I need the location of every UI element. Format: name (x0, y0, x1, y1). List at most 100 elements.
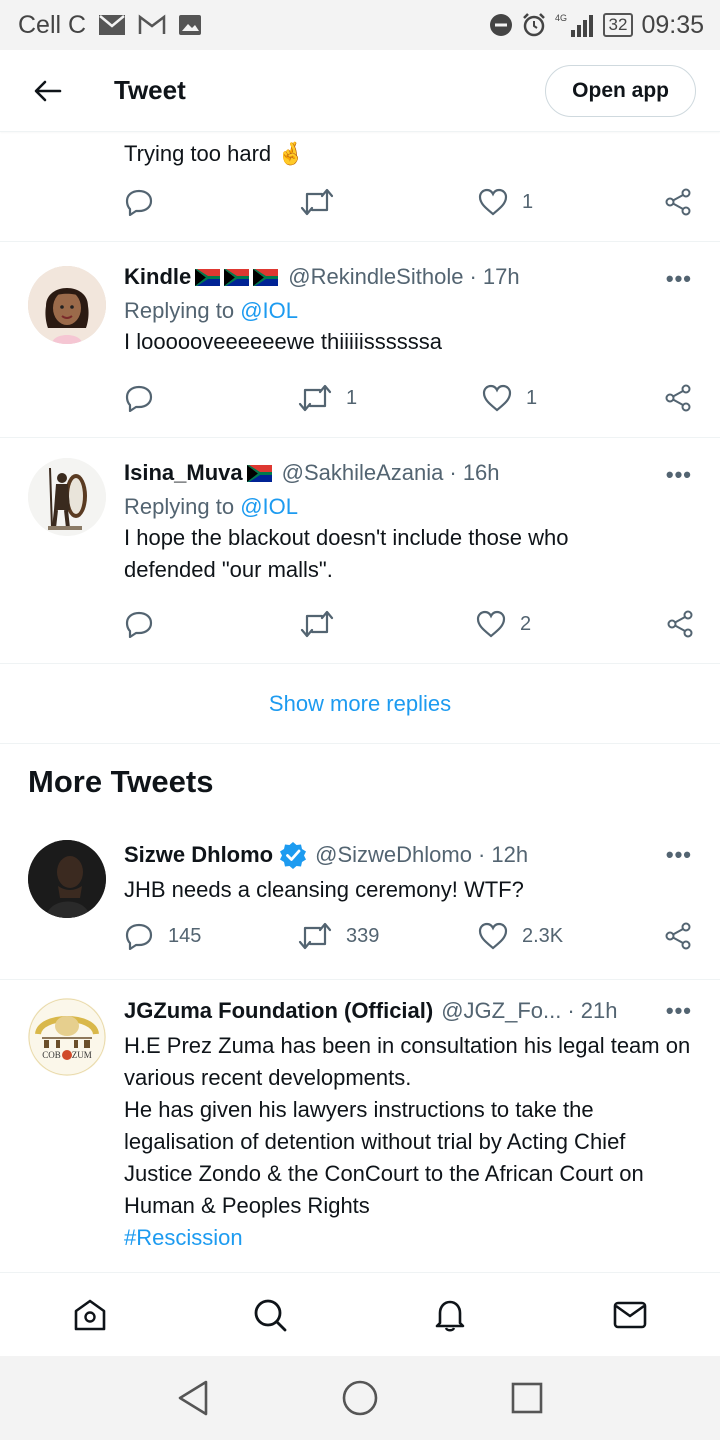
south-africa-flag-icon (246, 464, 272, 482)
tweet-text: Trying too hard 🤞 (124, 141, 305, 166)
tweet[interactable]: Sizwe Dhlomo @SizweDhlomo · 12h JHB need… (0, 824, 720, 980)
tweet-time: · 16h (449, 460, 500, 485)
more-options-button[interactable]: ••• (666, 462, 692, 488)
reply-tweet[interactable]: Kindle @RekindleSithole · 17h Replying t… (0, 242, 720, 438)
reply-button[interactable] (124, 610, 154, 638)
author-name[interactable]: JGZuma Foundation (Official) (124, 998, 433, 1024)
tab-search[interactable] (180, 1273, 360, 1356)
mention-link[interactable]: @IOL (240, 298, 298, 323)
avatar[interactable] (28, 266, 106, 344)
more-options-button[interactable]: ••• (666, 842, 692, 868)
retweet-icon (300, 188, 334, 216)
like-button[interactable]: 1 (482, 384, 537, 412)
tweet-header: JGZuma Foundation (Official) @JGZ_Fo... … (124, 996, 696, 1026)
tweet-text: H.E Prez Zuma has been in consultation h… (124, 1030, 698, 1254)
system-nav-bar (0, 1356, 720, 1440)
tweet-time: · 21h (567, 998, 618, 1023)
tweet-time: · 12h (477, 842, 529, 867)
system-home-button[interactable] (330, 1368, 390, 1428)
author-name[interactable]: Isina_Muva (124, 460, 243, 486)
tweet-header: Sizwe Dhlomo @SizweDhlomo · 12h (124, 840, 696, 870)
tweet-text-line: He has given his lawyers instructions to… (124, 1097, 644, 1218)
share-button[interactable] (664, 188, 692, 216)
retweet-button[interactable] (300, 610, 334, 638)
share-button[interactable] (664, 384, 692, 412)
verified-badge-icon (280, 842, 307, 869)
hashtag-link[interactable]: #Rescission (124, 1222, 698, 1254)
replying-label: Replying to (124, 494, 235, 519)
gallery-icon (178, 14, 202, 36)
avatar[interactable] (28, 840, 106, 918)
tweet-actions: 145 339 2.3K (124, 922, 694, 956)
tweet-text: I hope the blackout doesn't include thos… (124, 525, 569, 582)
reply-icon (125, 385, 153, 412)
reply-count: 145 (168, 924, 202, 947)
tweet-text-line: H.E Prez Zuma has been in consultation h… (124, 1033, 691, 1090)
show-more-replies-link[interactable]: Show more replies (0, 664, 720, 744)
author-handle[interactable]: @SakhileAzania (282, 460, 444, 486)
back-triangle-icon (179, 1380, 208, 1416)
mention-link[interactable]: @IOL (240, 494, 298, 519)
network-label: 4G (555, 13, 567, 23)
tweet-text: I loooooveeeeeewe thiiiiissssssa (124, 329, 442, 354)
heart-icon (482, 384, 512, 412)
like-count: 2.3K (522, 924, 564, 947)
heart-icon (476, 610, 506, 638)
share-icon (667, 610, 693, 638)
tab-messages[interactable] (540, 1273, 720, 1356)
like-button[interactable]: 1 (478, 188, 533, 216)
share-icon (665, 384, 691, 412)
like-count: 2 (520, 612, 532, 635)
tweet[interactable]: COB G ZUM JGZuma Foundation (Official) @… (0, 980, 720, 1272)
section-heading: More Tweets (28, 764, 214, 799)
author-handle[interactable]: @SizweDhlomo (315, 842, 472, 868)
reply-tweet[interactable]: Isina_Muva @SakhileAzania · 16h Replying… (0, 438, 720, 664)
more-options-button[interactable]: ••• (666, 266, 692, 292)
author-name[interactable]: Sizwe Dhlomo (124, 842, 273, 868)
mail-icon (98, 14, 126, 36)
tweet-actions: 1 1 (124, 384, 694, 418)
status-bar: Cell C 4G 32 09:35 (0, 0, 720, 50)
reply-button[interactable]: 145 (124, 922, 201, 950)
gmail-icon (138, 14, 166, 36)
recents-square-icon (511, 1382, 542, 1414)
retweet-icon (300, 610, 334, 638)
avatar[interactable] (28, 458, 106, 536)
carrier-label: Cell C (18, 10, 87, 39)
retweet-button[interactable]: 1 (298, 384, 357, 412)
author-name[interactable]: Kindle (124, 264, 191, 290)
dnd-icon (489, 13, 513, 37)
tab-notifications[interactable] (360, 1273, 540, 1356)
share-icon (665, 188, 691, 216)
retweet-button[interactable] (300, 188, 334, 216)
tweet-header: Kindle @RekindleSithole · 17h (124, 262, 696, 292)
reply-icon (125, 189, 153, 216)
home-icon (74, 1299, 106, 1330)
system-back-button[interactable] (163, 1368, 223, 1428)
author-handle[interactable]: @RekindleSithole (288, 264, 463, 290)
tab-home[interactable] (0, 1273, 180, 1356)
open-app-button[interactable]: Open app (545, 64, 696, 117)
like-count: 1 (522, 190, 534, 213)
replying-to: Replying to @IOL (124, 298, 696, 324)
tweet-header: Isina_Muva @SakhileAzania · 16h (124, 458, 696, 488)
bell-icon (435, 1300, 465, 1331)
more-options-button[interactable]: ••• (666, 998, 692, 1024)
author-handle[interactable]: @JGZ_Fo... (441, 998, 561, 1024)
replying-to: Replying to @IOL (124, 494, 696, 520)
alarm-icon (521, 12, 547, 38)
reply-button[interactable] (124, 188, 154, 216)
retweet-count: 1 (346, 386, 358, 409)
like-button[interactable]: 2 (476, 610, 531, 638)
like-button[interactable]: 2.3K (478, 922, 563, 950)
retweet-button[interactable]: 339 (298, 922, 379, 950)
system-recents-button[interactable] (497, 1368, 557, 1428)
like-count: 1 (526, 386, 538, 409)
avatar[interactable]: COB G ZUM (28, 998, 106, 1076)
back-button[interactable] (18, 61, 78, 121)
reply-button[interactable] (124, 384, 154, 412)
share-button[interactable] (666, 610, 694, 638)
share-button[interactable] (664, 922, 692, 950)
reply-tweet[interactable]: Trying too hard 🤞 1 (0, 132, 720, 242)
south-africa-flag-icon (195, 268, 221, 286)
